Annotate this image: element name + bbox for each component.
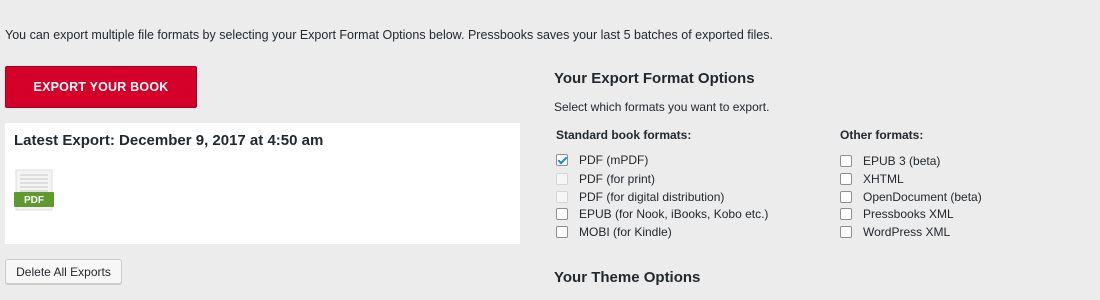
format-option-label: PDF (for digital distribution)	[579, 190, 725, 204]
export-intro-text: You can export multiple file formats by …	[5, 28, 773, 42]
checkbox[interactable]	[840, 226, 852, 238]
format-option-opendocument[interactable]: OpenDocument (beta)	[840, 189, 982, 205]
export-options-subheading: Select which formats you want to export.	[554, 100, 770, 114]
format-option-label: OpenDocument (beta)	[863, 190, 982, 204]
format-option-epub3[interactable]: EPUB 3 (beta)	[840, 153, 940, 169]
format-option-wordpress-xml[interactable]: WordPress XML	[840, 224, 950, 240]
export-options-heading: Your Export Format Options	[554, 70, 755, 87]
standard-formats-heading: Standard book formats:	[556, 128, 692, 142]
pdf-badge-label: PDF	[24, 195, 44, 206]
checkbox[interactable]	[556, 154, 568, 166]
format-option-label: XHTML	[863, 172, 904, 186]
format-option-xhtml[interactable]: XHTML	[840, 171, 904, 187]
checkbox[interactable]	[840, 191, 852, 203]
latest-export-panel: Latest Export: December 9, 2017 at 4:50 …	[5, 123, 520, 244]
format-option-label: Pressbooks XML	[863, 207, 954, 221]
checkbox[interactable]	[556, 208, 568, 220]
format-option-epub[interactable]: EPUB (for Nook, iBooks, Kobo etc.)	[556, 206, 768, 222]
format-option-label: EPUB (for Nook, iBooks, Kobo etc.)	[579, 207, 769, 221]
format-option-label: PDF (for print)	[579, 172, 656, 186]
checkbox[interactable]	[840, 208, 852, 220]
format-option-label: PDF (mPDF)	[579, 153, 649, 167]
format-option-pressbooks-xml[interactable]: Pressbooks XML	[840, 206, 954, 222]
theme-options-heading: Your Theme Options	[554, 269, 701, 286]
checkbox[interactable]	[840, 155, 852, 167]
format-option-label: EPUB 3 (beta)	[863, 154, 941, 168]
checkbox[interactable]	[840, 173, 852, 185]
other-formats-heading: Other formats:	[840, 128, 924, 142]
format-option-pdf-mpdf[interactable]: PDF (mPDF)	[556, 152, 648, 168]
format-option-label: MOBI (for Kindle)	[579, 225, 672, 239]
format-option-mobi[interactable]: MOBI (for Kindle)	[556, 224, 672, 240]
checkbox[interactable]	[556, 173, 568, 185]
checkbox[interactable]	[556, 226, 568, 238]
format-option-pdf-print[interactable]: PDF (for print)	[556, 171, 655, 187]
pdf-file-icon[interactable]: PDF	[14, 169, 58, 213]
latest-export-title: Latest Export: December 9, 2017 at 4:50 …	[14, 132, 324, 149]
checkbox[interactable]	[556, 191, 568, 203]
export-book-button[interactable]: EXPORT YOUR BOOK	[5, 66, 197, 108]
format-option-pdf-digital[interactable]: PDF (for digital distribution)	[556, 189, 724, 205]
delete-all-exports-button[interactable]: Delete All Exports	[5, 259, 122, 284]
format-option-label: WordPress XML	[863, 225, 951, 239]
